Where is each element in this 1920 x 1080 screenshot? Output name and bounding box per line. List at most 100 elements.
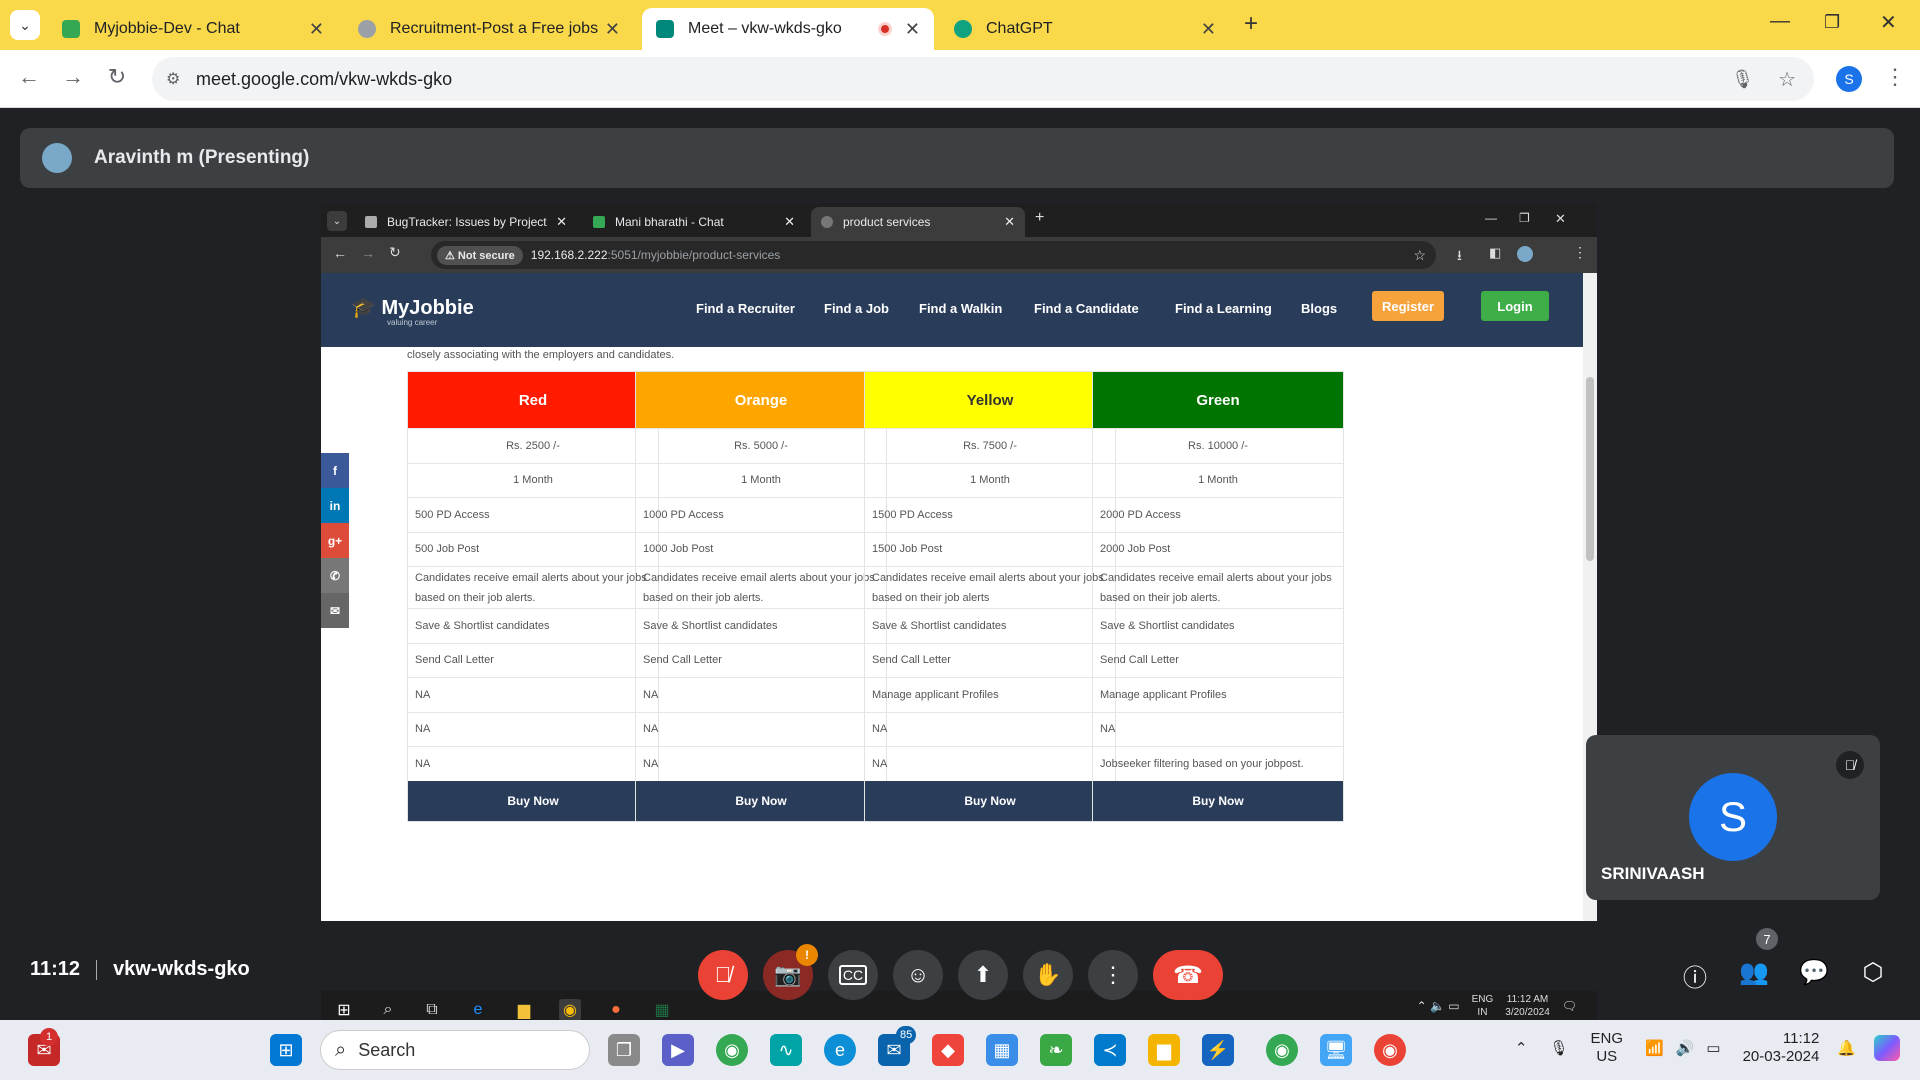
close-window-button[interactable]: ✕	[1880, 10, 1897, 35]
tab-myjobbie-chat[interactable]: Myjobbie-Dev - Chat ✕	[48, 8, 338, 50]
plan-card-1: Orange Rs. 5000 /- 1 Month 1000 PD Access 10…	[635, 371, 887, 822]
tab-meet[interactable]: Meet – vkw-wkds-gko ✕	[642, 8, 934, 50]
browser-menu-icon[interactable]: ⋮	[1884, 64, 1906, 90]
url-text: meet.google.com/vkw-wkds-gko	[196, 68, 453, 89]
battery-icon[interactable]: ▭	[1706, 1039, 1720, 1057]
chat-icon: 💬	[1799, 959, 1829, 986]
phone-icon: ✆	[321, 558, 349, 593]
google-plus-icon: g+	[321, 523, 349, 558]
forward-icon: →	[361, 245, 375, 261]
shared-omnibox: ⚠ Not secure 192.168.2.222:5051/myjobbie…	[431, 241, 1436, 269]
taskbar-search[interactable]: ⌕ Search	[320, 1030, 590, 1070]
plan-feature-f1: NA	[408, 677, 658, 712]
tray-region: US	[1596, 1048, 1618, 1065]
remote-desktop-icon[interactable]: 🖥	[1320, 1034, 1352, 1066]
site-settings-icon[interactable]: ⚙	[166, 69, 180, 89]
chrome-active-icon[interactable]: ◉	[1266, 1034, 1298, 1066]
close-icon: ✕	[1004, 214, 1015, 229]
new-tab-button[interactable]: +	[1244, 10, 1258, 38]
chrome-icon[interactable]: ◉	[716, 1034, 748, 1066]
more-options-button[interactable]: ⋮	[1088, 950, 1138, 1000]
store-icon[interactable]: ▦	[986, 1034, 1018, 1066]
captions-button[interactable]: CC	[828, 950, 878, 1000]
file-explorer-icon[interactable]: ▆	[1148, 1034, 1180, 1066]
close-icon[interactable]: ✕	[905, 19, 920, 40]
tab-search-dropdown[interactable]: ⌄	[10, 10, 40, 40]
plan-feature-jobs: 1000 Job Post	[636, 531, 886, 567]
omnibox[interactable]: ⚙ meet.google.com/vkw-wkds-gko 🎙 ☆	[152, 57, 1814, 101]
browser-tab-bar: ⌄ Myjobbie-Dev - Chat ✕ Recruitment-Post…	[0, 0, 1920, 50]
app-icon-bolt[interactable]: ⚡	[1202, 1034, 1234, 1066]
plan-feature-alerts: Candidates receive email alerts about yo…	[408, 566, 658, 608]
people-button[interactable]: 👥	[1737, 958, 1771, 987]
plan-feature-shortlist: Save & Shortlist candidates	[408, 608, 658, 643]
volume-icon[interactable]: 🔊	[1676, 1039, 1695, 1057]
notification-bell-icon[interactable]: 🔔	[1837, 1039, 1856, 1057]
plan-name: Yellow	[865, 372, 1115, 428]
reload-button[interactable]: ↻	[102, 64, 132, 90]
shared-address-row: ← → ↻ ⚠ Not secure 192.168.2.222:5051/my…	[321, 237, 1597, 273]
windows-start-icon[interactable]: ⊞	[270, 1034, 302, 1066]
tray-chevron-icon[interactable]: ⌃	[1515, 1039, 1528, 1057]
plan-name: Orange	[636, 372, 886, 428]
restore-button[interactable]: ❐	[1824, 12, 1840, 33]
back-button[interactable]: ←	[14, 64, 44, 90]
minimize-button[interactable]: —	[1770, 10, 1790, 33]
microphone-icon[interactable]: 🎙	[1731, 69, 1754, 90]
app-icon-leaf[interactable]: ❧	[1040, 1034, 1072, 1066]
more-vert-icon: ⋮	[1102, 962, 1124, 987]
close-icon[interactable]: ✕	[309, 19, 324, 40]
bookmark-star-icon[interactable]: ☆	[1778, 67, 1796, 92]
plan-feature-shortlist: Save & Shortlist candidates	[1093, 608, 1343, 643]
meet-icon	[656, 20, 674, 38]
meeting-info: 11:12 vkw-wkds-gko	[30, 958, 250, 981]
notification-badge: 1	[40, 1028, 58, 1046]
meeting-details-button[interactable]: ⓘ	[1678, 958, 1712, 993]
restore-icon: ❐	[1519, 211, 1530, 225]
raise-hand-button[interactable]: ✋	[1023, 950, 1073, 1000]
emoji-button[interactable]: ☺	[893, 950, 943, 1000]
anydesk-icon[interactable]: ◆	[932, 1034, 964, 1066]
camera-alert-badge: !	[796, 944, 818, 966]
activities-button[interactable]: ⬡	[1856, 958, 1890, 987]
plan-feature-price: Rs. 10000 /-	[1093, 428, 1343, 463]
close-icon[interactable]: ✕	[1201, 19, 1216, 40]
vscode-icon[interactable]: ≺	[1094, 1034, 1126, 1066]
nav-find-walkin: Find a Walkin	[919, 301, 1003, 316]
wifi-icon[interactable]: 📶	[1645, 1039, 1664, 1057]
present-icon: ⬆	[973, 962, 993, 987]
nav-find-learning: Find a Learning	[1175, 301, 1272, 316]
app-icon-green[interactable]: ∿	[770, 1034, 802, 1066]
chatgpt-icon	[954, 20, 972, 38]
new-tab-icon: +	[1035, 209, 1045, 226]
microphone-icon[interactable]: 🎙	[1549, 1039, 1568, 1057]
tab-chatgpt[interactable]: ChatGPT ✕	[940, 8, 1230, 50]
plan-feature-pd: 1000 PD Access	[636, 497, 886, 532]
shared-tab-product-services: product services ✕	[811, 207, 1025, 237]
chrome-profile-icon[interactable]: ◉	[1374, 1034, 1406, 1066]
forward-button[interactable]: →	[58, 64, 88, 90]
meet-stage: Aravinth m (Presenting) ⌄ BugTracker: Is…	[0, 108, 1920, 1028]
copilot-icon[interactable]	[1874, 1035, 1900, 1061]
mic-toggle-button[interactable]: 🎙̸	[698, 950, 748, 1000]
self-video-tile[interactable]: 🎙̸ S SRINIVAASH	[1586, 735, 1880, 900]
teams-icon[interactable]: ▶	[662, 1034, 694, 1066]
facebook-icon: f	[321, 453, 349, 488]
plan-feature-call: Send Call Letter	[636, 642, 886, 678]
plan-feature-pd: 2000 PD Access	[1093, 497, 1343, 532]
profile-avatar[interactable]: S	[1836, 66, 1862, 92]
task-view-icon[interactable]: ❐	[608, 1034, 640, 1066]
edge-icon[interactable]: e	[824, 1034, 856, 1066]
nav-find-job: Find a Job	[824, 301, 889, 316]
profile-icon	[1517, 246, 1533, 262]
chat-button[interactable]: 💬	[1797, 958, 1831, 987]
plan-feature-call: Send Call Letter	[865, 642, 1115, 678]
scroll-thumb	[1586, 377, 1594, 561]
plan-feature-duration: 1 Month	[1093, 462, 1343, 498]
url-path: :5051/myjobbie/product-services	[607, 248, 781, 262]
windows-taskbar: ✉ 1 ⊞ ⌕ Search ❐ ▶ ◉ ∿ e ✉ 85 ◆ ▦ ❧ ≺ ▆ …	[0, 1020, 1920, 1080]
leave-call-button[interactable]: ☎	[1153, 950, 1223, 1000]
close-icon[interactable]: ✕	[605, 19, 620, 40]
present-button[interactable]: ⬆	[958, 950, 1008, 1000]
tab-recruitment[interactable]: Recruitment-Post a Free jobs in ✕	[344, 8, 634, 50]
